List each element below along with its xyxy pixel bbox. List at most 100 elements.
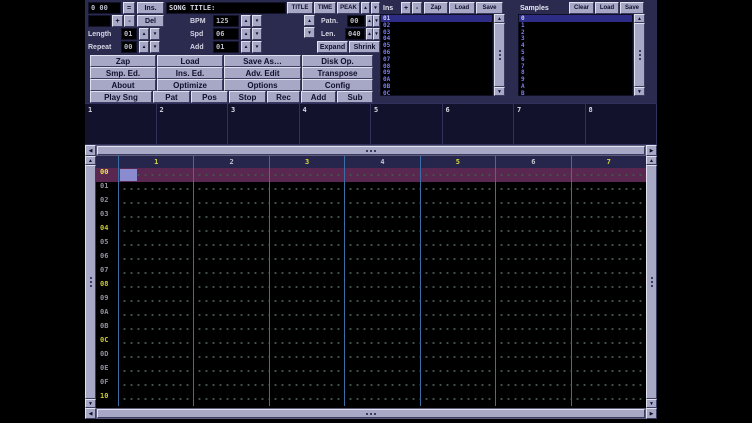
optimize-button[interactable]: Optimize	[157, 79, 223, 91]
pattern-cell[interactable]	[420, 336, 495, 350]
pattern-cell[interactable]	[193, 224, 268, 238]
pattern-cell[interactable]	[118, 210, 193, 224]
transpose-button[interactable]: Transpose	[302, 67, 373, 79]
view-peak-button[interactable]: PEAK	[337, 2, 360, 14]
scope-channel[interactable]: 8	[586, 104, 658, 144]
instrument-save-button[interactable]: Save	[476, 2, 503, 14]
pattern-cell[interactable]	[344, 196, 419, 210]
pattern-cell[interactable]	[269, 392, 344, 406]
pattern-cell[interactable]	[571, 266, 646, 280]
about-button[interactable]: About	[90, 79, 156, 91]
instrument-item[interactable]: 08	[381, 63, 492, 70]
mid-scroll-down-icon[interactable]: ▾	[304, 27, 315, 38]
scope-channel[interactable]: 2	[157, 104, 229, 144]
pattern-cell[interactable]	[193, 210, 268, 224]
scroll-up-icon[interactable]: ▲	[634, 14, 645, 23]
instrument-item[interactable]: 06	[381, 49, 492, 56]
channel-header-cell[interactable]: 5	[420, 156, 495, 168]
pattern-cell[interactable]	[344, 294, 419, 308]
scope-channel[interactable]: 5	[371, 104, 443, 144]
pattern-cell[interactable]	[344, 280, 419, 294]
pattern-cell[interactable]	[344, 252, 419, 266]
scroll-up-icon[interactable]: ▲	[85, 156, 96, 165]
repeat-down-icon[interactable]: ▾	[150, 41, 160, 53]
insert-position-button[interactable]: Ins.	[137, 2, 164, 14]
pattern-cell[interactable]	[344, 378, 419, 392]
pattern-row[interactable]: 0B	[96, 322, 646, 336]
pattern-cell[interactable]	[420, 308, 495, 322]
pattern-cell[interactable]	[193, 392, 268, 406]
add-button[interactable]: Add	[301, 91, 336, 103]
pattern-row[interactable]: 0C	[96, 336, 646, 350]
sub-button[interactable]: Sub	[337, 91, 373, 103]
pattern-cell[interactable]	[420, 252, 495, 266]
instrument-editor-button[interactable]: Ins. Ed.	[157, 67, 223, 79]
pattern-cell[interactable]	[420, 378, 495, 392]
pattern-row[interactable]: 0F	[96, 378, 646, 392]
pattern-cell[interactable]	[495, 182, 570, 196]
pattern-cell[interactable]	[269, 294, 344, 308]
pattern-row[interactable]: 00	[96, 168, 646, 182]
pattern-row[interactable]: 04	[96, 224, 646, 238]
pattern-cell[interactable]	[269, 350, 344, 364]
pattern-cell[interactable]	[571, 238, 646, 252]
pattern-cell[interactable]	[495, 308, 570, 322]
pattern-cell[interactable]	[495, 238, 570, 252]
instrument-scrollbar[interactable]: ▲ ▼	[494, 14, 505, 96]
scroll-thumb[interactable]	[634, 23, 645, 87]
pattern-row[interactable]: 08	[96, 280, 646, 294]
pattern-cell[interactable]	[344, 308, 419, 322]
mid-scroll-up-icon[interactable]: ▴	[304, 15, 315, 26]
play-position-button[interactable]: Pos	[191, 91, 228, 103]
pattern-row[interactable]: 09	[96, 294, 646, 308]
pattern-row[interactable]: 0D	[96, 350, 646, 364]
pattern-cell[interactable]	[269, 280, 344, 294]
pattern-cell[interactable]	[118, 266, 193, 280]
pattern-cell[interactable]	[193, 378, 268, 392]
patn-up-icon[interactable]: ▴	[366, 15, 373, 27]
play-song-button[interactable]: Play Sng	[90, 91, 152, 103]
options-button[interactable]: Options	[224, 79, 301, 91]
instrument-item[interactable]: 0B	[381, 83, 492, 90]
pattern-cell[interactable]	[571, 252, 646, 266]
pattern-cell[interactable]	[118, 392, 193, 406]
length-down-icon[interactable]: ▾	[150, 28, 160, 40]
pattern-minus-button[interactable]: -	[124, 15, 135, 27]
pattern-cell[interactable]	[495, 252, 570, 266]
scroll-up-icon[interactable]: ▲	[494, 14, 505, 23]
bpm-up-icon[interactable]: ▴	[241, 15, 251, 27]
pattern-row[interactable]: 07	[96, 266, 646, 280]
pattern-cell[interactable]	[571, 378, 646, 392]
pattern-cell[interactable]	[420, 196, 495, 210]
pattern-cell[interactable]	[571, 322, 646, 336]
channel-header-cell[interactable]: 4	[344, 156, 419, 168]
scroll-left-icon[interactable]: ◀	[85, 145, 96, 156]
sample-item[interactable]: 0	[519, 15, 632, 22]
pattern-cell[interactable]	[193, 280, 268, 294]
instrument-item[interactable]: 05	[381, 42, 492, 49]
pattern-cell[interactable]	[193, 364, 268, 378]
pattern-cell[interactable]	[420, 168, 495, 182]
pattern-cell[interactable]	[193, 252, 268, 266]
scope-channel[interactable]: 3	[228, 104, 300, 144]
scope-channel[interactable]: 4	[300, 104, 372, 144]
pattern-cell[interactable]	[193, 266, 268, 280]
sample-editor-button[interactable]: Smp. Ed.	[90, 67, 156, 79]
pattern-cell[interactable]	[420, 266, 495, 280]
pattern-cell[interactable]	[344, 266, 419, 280]
pattern-cell[interactable]	[344, 168, 419, 182]
instrument-item[interactable]: 07	[381, 56, 492, 63]
sample-save-button[interactable]: Save	[620, 2, 644, 14]
pattern-cell[interactable]	[118, 196, 193, 210]
pattern-cell[interactable]	[571, 224, 646, 238]
view-title-button[interactable]: TITLE	[287, 2, 313, 14]
instrument-load-button[interactable]: Load	[449, 2, 475, 14]
equals-button[interactable]: =	[123, 2, 135, 14]
pattern-cell[interactable]	[344, 224, 419, 238]
sample-item[interactable]: 5	[519, 49, 632, 56]
pattern-cell[interactable]	[571, 308, 646, 322]
config-button[interactable]: Config	[302, 79, 373, 91]
play-pattern-button[interactable]: Pat	[153, 91, 190, 103]
pattern-cell[interactable]	[269, 182, 344, 196]
order-position-display[interactable]: 0 00	[88, 2, 121, 14]
